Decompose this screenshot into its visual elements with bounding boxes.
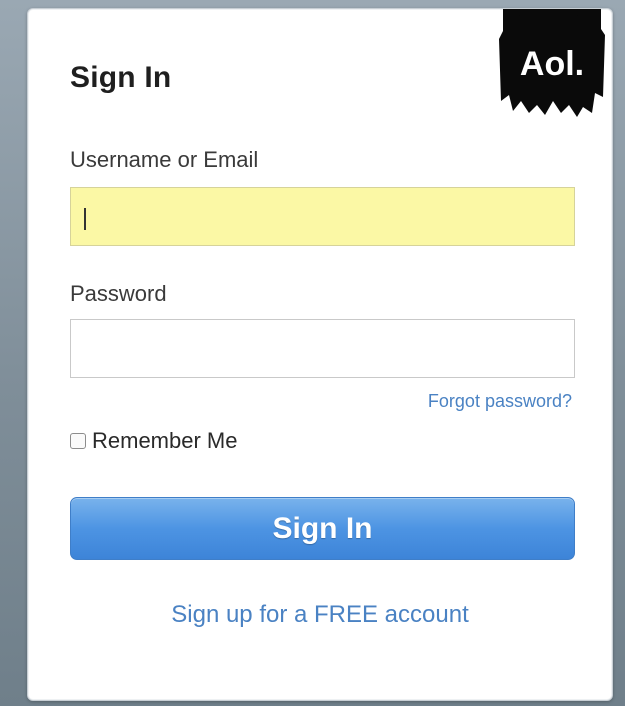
username-label: Username or Email	[70, 147, 259, 172]
remember-me-row[interactable]: Remember Me	[70, 428, 237, 454]
username-field[interactable]	[70, 187, 575, 246]
sign-in-card: Sign In Aol. Username or Email Password …	[27, 8, 613, 701]
aol-logo: Aol.	[499, 9, 605, 117]
text-cursor	[84, 208, 86, 230]
sign-in-button[interactable]: Sign In	[70, 497, 575, 560]
page-title: Sign In	[70, 61, 172, 94]
password-label: Password	[70, 281, 167, 306]
password-field[interactable]	[70, 319, 575, 378]
signup-link[interactable]: Sign up for a FREE account	[28, 601, 612, 629]
remember-me-label: Remember Me	[92, 428, 238, 453]
aol-logo-text: Aol.	[520, 45, 584, 83]
remember-me-checkbox[interactable]	[70, 433, 86, 449]
forgot-password-link[interactable]: Forgot password?	[428, 391, 572, 412]
